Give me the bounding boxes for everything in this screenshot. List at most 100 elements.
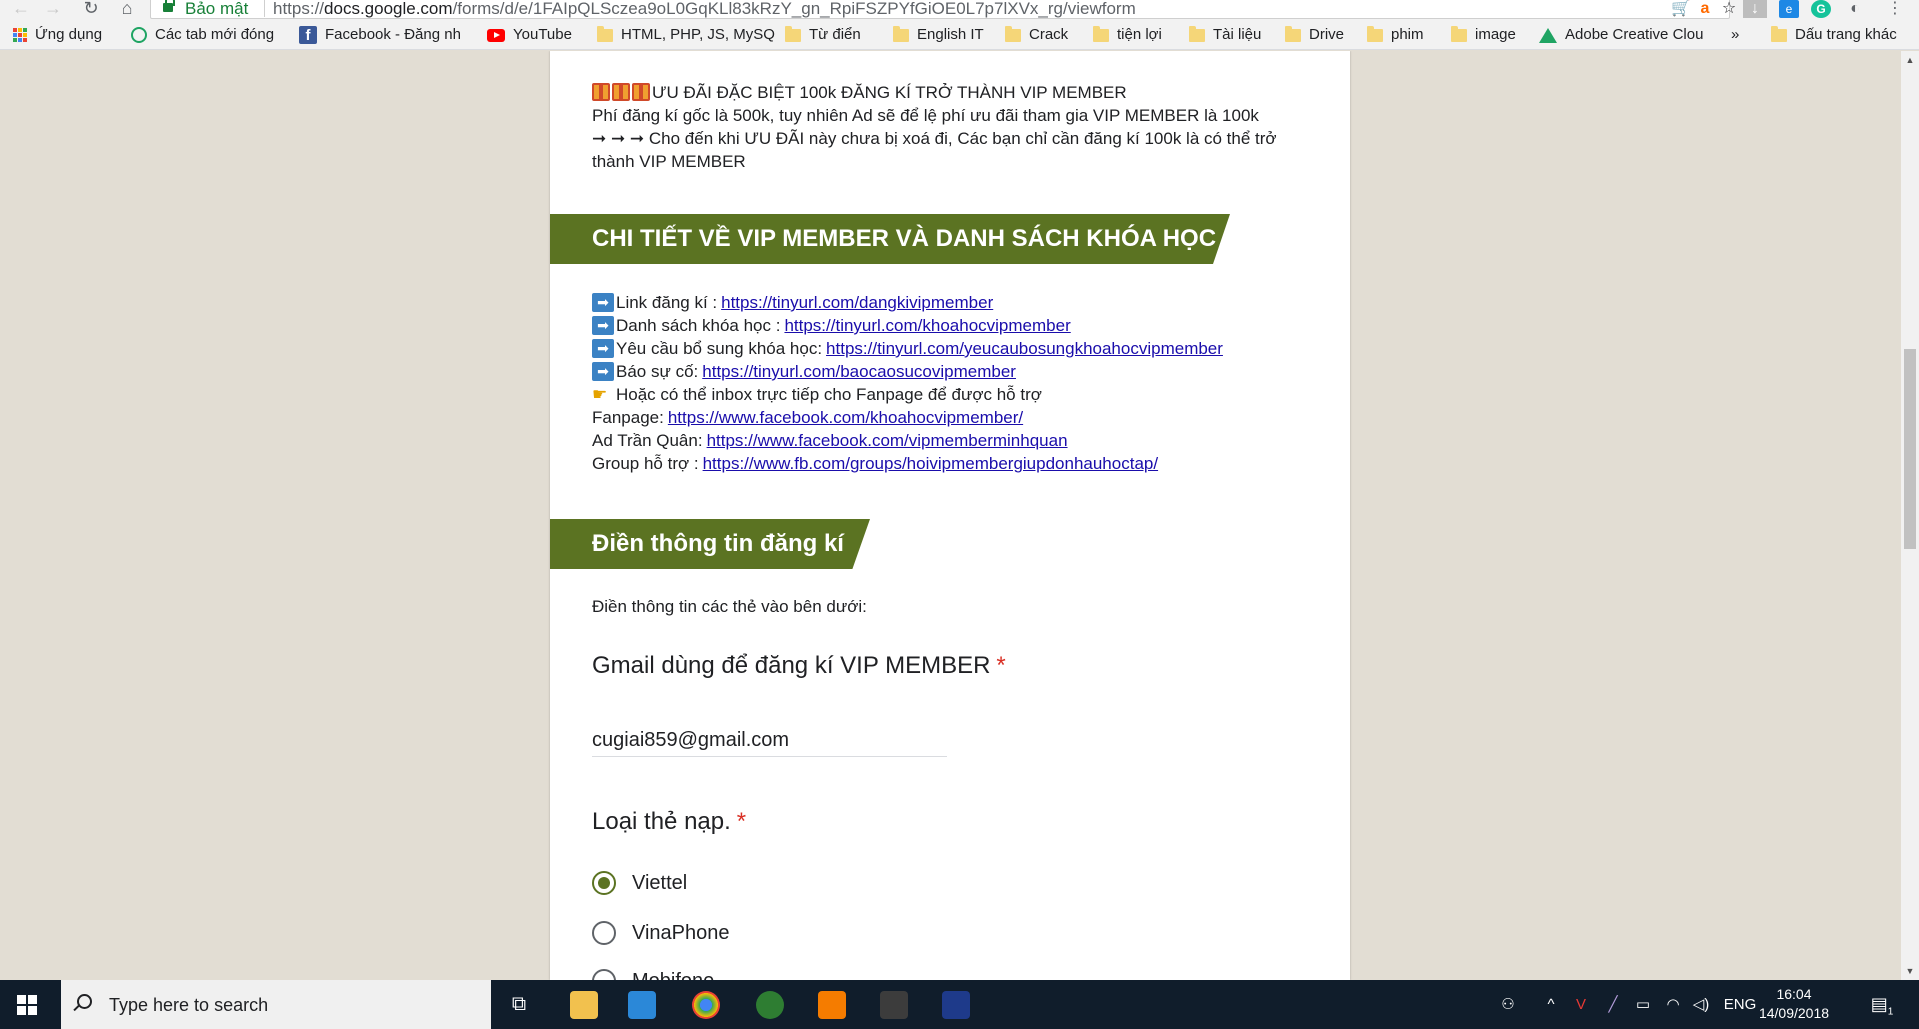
bookmarks-bar: Ứng dụng Các tab mới đóng f Facebook - Đ… — [0, 19, 1919, 50]
chevron-up-icon[interactable]: ^ — [1540, 980, 1562, 1029]
inbox-note: Hoặc có thể inbox trực tiếp cho Fanpage … — [616, 385, 1042, 404]
bookmark-label: phim — [1391, 26, 1424, 43]
bookmark-utilities[interactable]: tiện lợi — [1093, 25, 1162, 44]
bookmark-other[interactable]: Dấu trang khác — [1771, 25, 1897, 44]
windows-start-icon[interactable] — [17, 995, 37, 1015]
action-center-icon[interactable]: ▤1 — [1862, 980, 1902, 1029]
vertical-scrollbar[interactable]: ▲ ▼ — [1901, 51, 1919, 980]
url-text[interactable]: https://docs.google.com/forms/d/e/1FAIpQ… — [273, 0, 1136, 19]
link-label: Danh sách khóa học : — [616, 316, 781, 335]
back-arrow-icon[interactable]: ← — [8, 0, 34, 19]
clock-date: 14/09/2018 — [1758, 1005, 1830, 1021]
bookmark-apps[interactable]: Ứng dụng — [13, 26, 102, 44]
volume-icon[interactable]: ◁) — [1688, 980, 1714, 1029]
windows-taskbar: Type here to search ⧉ ⚇ ^ V ╱ ▭ ◠ ◁) ENG… — [0, 980, 1919, 1029]
bookmark-star-icon[interactable]: ☆ — [1719, 0, 1739, 18]
bookmark-crack[interactable]: Crack — [1005, 25, 1068, 44]
taskbar-search-box[interactable]: Type here to search — [61, 980, 491, 1029]
bookmark-image[interactable]: image — [1451, 25, 1516, 44]
xampp-icon[interactable] — [818, 991, 846, 1019]
fanpage-link[interactable]: https://www.facebook.com/khoahocvipmembe… — [668, 406, 1023, 429]
facebook-icon: f — [299, 26, 317, 44]
required-asterisk: * — [996, 652, 1006, 679]
scroll-up-arrow-icon[interactable]: ▲ — [1901, 51, 1919, 69]
home-icon[interactable]: ⌂ — [114, 0, 140, 19]
folder-icon — [1367, 25, 1383, 42]
list-item: Group hỗ trợ : https://www.fb.com/groups… — [592, 452, 1332, 475]
bookmark-recent-tabs[interactable]: Các tab mới đóng — [131, 26, 274, 44]
gift-icon — [592, 83, 610, 101]
wifi-icon[interactable]: ◠ — [1660, 980, 1686, 1029]
bookmark-label: YouTube — [513, 26, 572, 43]
shopping-cart-icon[interactable]: 🛒 — [1671, 0, 1691, 18]
people-icon[interactable]: ⚇ — [1496, 980, 1520, 1029]
file-explorer-icon[interactable] — [570, 991, 598, 1019]
system-clock[interactable]: 16:04 14/09/2018 — [1754, 985, 1834, 1023]
bookmark-label: Các tab mới đóng — [155, 26, 275, 43]
address-bar[interactable]: Bảo mật https://docs.google.com/forms/d/… — [150, 0, 1730, 19]
bookmark-movies[interactable]: phim — [1367, 25, 1424, 44]
forward-arrow-icon[interactable]: → — [40, 0, 66, 19]
pen-icon[interactable]: ╱ — [1600, 980, 1626, 1029]
link-label: Báo sự cố: — [616, 362, 699, 381]
bookmark-documents[interactable]: Tài liệu — [1189, 25, 1262, 44]
extension-icon[interactable]: e — [1779, 0, 1799, 18]
pointing-hand-icon: ☛ — [592, 385, 608, 404]
bookmark-dictionary[interactable]: Từ điển — [785, 25, 861, 44]
radio-button[interactable] — [592, 969, 616, 980]
email-field[interactable]: cugiai859@gmail.com — [592, 724, 947, 757]
bookmark-label: English IT — [917, 26, 984, 43]
bookmark-english-it[interactable]: English IT — [893, 25, 984, 44]
radio-button[interactable] — [592, 921, 616, 945]
bookmark-facebook[interactable]: f Facebook - Đăng nh — [299, 26, 461, 44]
radio-button-selected[interactable] — [592, 871, 616, 895]
question-label: Gmail dùng để đăng kí VIP MEMBER — [592, 652, 991, 679]
link-label: Fanpage: — [592, 408, 664, 427]
bookmark-drive[interactable]: Drive — [1285, 25, 1345, 44]
dev-cpp-icon[interactable] — [942, 991, 970, 1019]
grammarly-icon[interactable]: G — [1811, 0, 1831, 18]
profile-icon[interactable]: ◐ — [1845, 0, 1865, 18]
download-icon[interactable]: ↓ — [1743, 0, 1767, 18]
radio-option-viettel[interactable]: Viettel — [592, 871, 687, 895]
bookmark-label: Drive — [1309, 26, 1345, 43]
bookmark-label: Tài liệu — [1213, 26, 1262, 43]
bookmark-label: Adobe Creative Clou — [1565, 26, 1704, 43]
radio-label: Mobifone — [632, 970, 714, 981]
chrome-icon[interactable] — [692, 991, 720, 1019]
list-item: ➡ Danh sách khóa học : https://tinyurl.c… — [592, 314, 1332, 337]
lock-icon — [163, 0, 175, 12]
link-list: ➡ Link đăng kí : https://tinyurl.com/dan… — [592, 291, 1332, 475]
bookmark-label: HTML, PHP, JS, MySQ — [621, 26, 775, 43]
bookmark-adobe[interactable]: Adobe Creative Clou — [1539, 26, 1703, 44]
bookmark-html[interactable]: HTML, PHP, JS, MySQ — [597, 25, 775, 44]
menu-icon[interactable]: ⋮ — [1885, 0, 1905, 18]
question-title-card-type: Loại thẻ nạp. * — [592, 808, 746, 836]
admin-facebook-link[interactable]: https://www.facebook.com/vipmemberminhqu… — [707, 429, 1068, 452]
support-group-link[interactable]: https://www.fb.com/groups/hoivipmembergi… — [703, 452, 1158, 475]
scroll-down-arrow-icon[interactable]: ▼ — [1901, 962, 1919, 980]
sublime-text-icon[interactable] — [880, 991, 908, 1019]
course-list-link[interactable]: https://tinyurl.com/khoahocvipmember — [784, 314, 1070, 337]
media-player-icon[interactable] — [628, 991, 656, 1019]
bookmark-label: Từ điển — [809, 26, 861, 43]
vivaldi-tray-icon[interactable]: V — [1568, 980, 1594, 1029]
bookmark-youtube[interactable]: YouTube — [487, 26, 572, 44]
bookmark-label: Facebook - Đăng nh — [325, 26, 461, 43]
radio-option-vinaphone[interactable]: VinaPhone — [592, 921, 730, 945]
radio-option-mobifone[interactable]: Mobifone — [592, 969, 714, 980]
amazon-icon[interactable]: a — [1695, 0, 1715, 18]
history-icon — [131, 27, 147, 43]
task-view-icon[interactable]: ⧉ — [504, 980, 534, 1029]
folder-icon — [1285, 25, 1301, 42]
course-request-link[interactable]: https://tinyurl.com/yeucaubosungkhoahocv… — [826, 337, 1223, 360]
bookmarks-overflow-button[interactable]: » — [1731, 26, 1739, 44]
folder-icon — [1093, 25, 1109, 42]
reload-icon[interactable]: ↻ — [78, 0, 104, 19]
report-issue-link[interactable]: https://tinyurl.com/baocaosucovipmember — [702, 360, 1016, 383]
register-link[interactable]: https://tinyurl.com/dangkivipmember — [721, 291, 993, 314]
cc-cleaner-icon[interactable] — [756, 991, 784, 1019]
battery-icon[interactable]: ▭ — [1630, 980, 1656, 1029]
clock-time: 16:04 — [1776, 986, 1812, 1002]
scrollbar-thumb[interactable] — [1904, 349, 1916, 549]
